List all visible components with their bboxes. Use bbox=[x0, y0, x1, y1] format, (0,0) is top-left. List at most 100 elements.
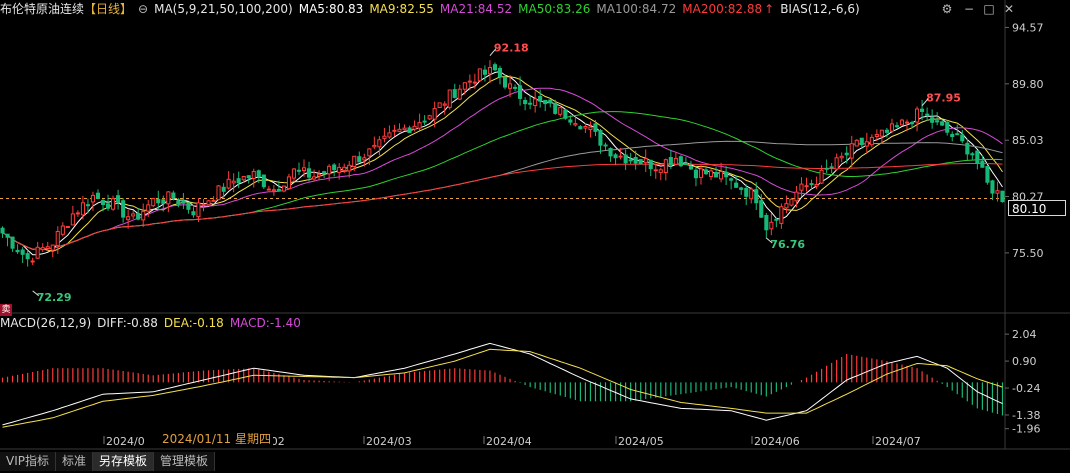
candle-body bbox=[508, 83, 513, 89]
candle-body bbox=[673, 157, 678, 165]
candle-body bbox=[70, 213, 75, 226]
candle-body bbox=[246, 175, 251, 179]
candle-body bbox=[809, 183, 814, 186]
candle-body bbox=[211, 199, 216, 202]
date-tick-label: 2024/07 bbox=[875, 435, 921, 448]
close-icon[interactable]: ✕ bbox=[1002, 2, 1016, 16]
candle-body bbox=[111, 198, 116, 210]
price-extreme-label: 72.29 bbox=[37, 291, 72, 304]
candle-body bbox=[25, 253, 30, 260]
candle-body bbox=[352, 155, 357, 168]
candle-body bbox=[940, 121, 945, 126]
kline-chart[interactable]: 92.1887.9576.7672.29 94.5789.8085.0380.2… bbox=[0, 0, 1070, 473]
candle-body bbox=[945, 121, 950, 133]
candle-body bbox=[201, 204, 206, 207]
candle-body bbox=[513, 86, 518, 89]
candle-body bbox=[920, 108, 925, 112]
candle-body bbox=[839, 155, 844, 159]
candle-body bbox=[538, 96, 543, 102]
candle-body bbox=[724, 171, 729, 178]
macd-diff-line bbox=[2, 342, 1003, 426]
candle-body bbox=[241, 176, 246, 181]
candle-body bbox=[1000, 190, 1005, 203]
ma-line-ma21 bbox=[2, 87, 1003, 250]
tab-save-template[interactable]: 另存模板 bbox=[93, 452, 155, 471]
candle-body bbox=[633, 157, 638, 164]
candle-body bbox=[186, 202, 191, 210]
candle-body bbox=[799, 183, 804, 191]
ma-definition[interactable]: MA(5,9,21,50,100,200) bbox=[154, 2, 293, 16]
candle-body bbox=[719, 171, 724, 180]
candle-body bbox=[784, 203, 789, 209]
candle-body bbox=[749, 188, 754, 200]
candle-body bbox=[407, 127, 412, 134]
period-label[interactable]: 【日线】 bbox=[84, 2, 132, 16]
ma-settings-icon[interactable]: ⊖ bbox=[138, 2, 148, 16]
candle-body bbox=[683, 163, 689, 165]
candle-body bbox=[744, 187, 749, 197]
candle-body bbox=[75, 212, 80, 215]
candle-body bbox=[688, 166, 694, 170]
candle-body bbox=[905, 121, 910, 124]
candle-body bbox=[819, 169, 824, 184]
price-extreme-label: 76.76 bbox=[770, 238, 805, 251]
bias-definition[interactable]: BIAS(12,-6,6) bbox=[780, 2, 859, 16]
candle-body bbox=[915, 108, 920, 123]
tab-manage-templates[interactable]: 管理模板 bbox=[154, 452, 216, 471]
candle-body bbox=[553, 102, 558, 114]
candle-body bbox=[899, 119, 905, 126]
macd-tick-label: -1.96 bbox=[1012, 423, 1040, 436]
candle-body bbox=[769, 221, 774, 230]
candle-body bbox=[271, 189, 276, 192]
candle-body bbox=[653, 169, 658, 172]
candle-body bbox=[814, 184, 819, 187]
candle-body bbox=[0, 227, 5, 234]
candle-body bbox=[663, 159, 668, 173]
tab-standard[interactable]: 标准 bbox=[56, 452, 94, 471]
macd-dea-line bbox=[2, 348, 1003, 428]
candle-body bbox=[563, 109, 568, 119]
current-price-label: 80.10 bbox=[1008, 200, 1066, 216]
candle-body bbox=[367, 148, 372, 157]
date-tick-label: 2024/04 bbox=[486, 435, 532, 448]
candle-body bbox=[95, 192, 101, 199]
candle-body bbox=[347, 164, 352, 172]
candle-body bbox=[35, 246, 40, 259]
tab-vip-indicators[interactable]: VIP指标 bbox=[0, 452, 56, 471]
ma-line-ma50 bbox=[2, 111, 1003, 250]
candle-body bbox=[65, 226, 70, 228]
candle-body bbox=[231, 180, 236, 184]
candle-body bbox=[291, 168, 296, 179]
candle-body bbox=[196, 202, 201, 218]
candle-body bbox=[226, 178, 231, 189]
candle-body bbox=[452, 89, 457, 98]
zoom-in-icon[interactable]: □ bbox=[982, 2, 996, 16]
template-tab-bar: VIP指标 标准 另存模板 管理模板 bbox=[0, 452, 216, 471]
candle-body bbox=[849, 143, 854, 159]
macd-macd-value: MACD:-1.40 bbox=[229, 316, 301, 330]
candle-body bbox=[739, 187, 744, 190]
candle-body bbox=[573, 123, 578, 126]
candle-body bbox=[136, 213, 141, 220]
candle-body bbox=[402, 127, 407, 131]
candle-body bbox=[714, 172, 719, 178]
ma5-value: MA5:80.83 bbox=[298, 2, 364, 16]
macd-tick-label: -1.38 bbox=[1012, 409, 1040, 422]
candle-body bbox=[85, 204, 91, 207]
candle-body bbox=[317, 173, 322, 177]
settings-icon[interactable]: ⚙ bbox=[940, 2, 954, 16]
candle-body bbox=[332, 164, 337, 171]
ma-line-ma9 bbox=[2, 76, 1003, 252]
candle-body bbox=[864, 141, 869, 147]
price-extreme-label: 87.95 bbox=[926, 92, 961, 105]
candle-body bbox=[990, 180, 995, 194]
macd-definition[interactable]: MACD(26,12,9) bbox=[0, 316, 91, 330]
candle-body bbox=[166, 191, 171, 205]
zoom-out-icon[interactable]: − bbox=[962, 2, 976, 16]
candle-body bbox=[709, 170, 714, 177]
candle-body bbox=[970, 153, 975, 156]
crosshair-date-tooltip: 2024/01/11 星期四 bbox=[160, 432, 273, 446]
price-tick-label: 85.03 bbox=[1012, 134, 1044, 147]
candle-body bbox=[106, 203, 111, 209]
candle-body bbox=[995, 190, 1000, 194]
